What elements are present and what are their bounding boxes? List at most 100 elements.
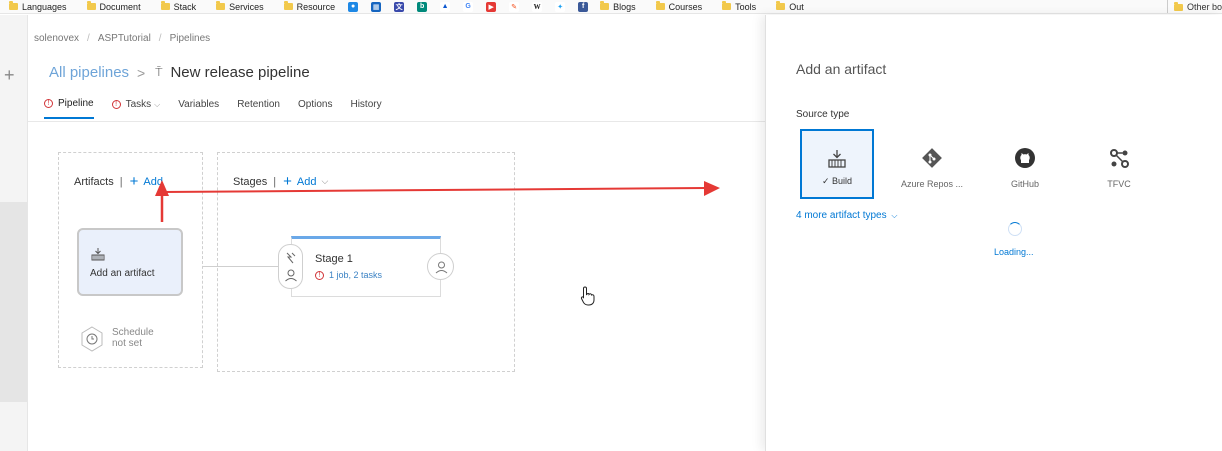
build-artifact-icon <box>91 248 105 264</box>
app-grid-icon[interactable]: ▦ <box>371 1 382 12</box>
stage-summary-link[interactable]: ! 1 job, 2 tasks <box>315 270 382 280</box>
page-title: All pipelines > ⍑ New release pipeline <box>49 64 310 81</box>
bookmark-folder-blogs[interactable]: Blogs <box>600 1 636 12</box>
stages-heading: Stages <box>233 175 268 188</box>
chevron-down-icon: ⌵ <box>321 176 329 186</box>
breadcrumb-pipelines[interactable]: Pipelines <box>170 33 211 44</box>
clock-icon <box>80 326 104 352</box>
tabs-divider <box>28 121 766 122</box>
source-github-label: GitHub <box>1010 179 1039 189</box>
wikipedia-icon[interactable]: W <box>532 1 543 12</box>
build-icon <box>827 149 847 171</box>
loading-text: Loading... <box>994 247 1034 257</box>
breadcrumb-project[interactable]: ASPTutorial <box>98 33 151 44</box>
pre-deployment-conditions[interactable] <box>278 244 303 289</box>
bing-icon[interactable]: b <box>417 1 428 12</box>
breadcrumb-separator: / <box>158 33 162 44</box>
github-icon <box>1014 147 1036 171</box>
tool-icon[interactable]: ✎ <box>509 1 520 12</box>
paw-icon[interactable]: ● <box>348 1 359 12</box>
drive-icon[interactable]: ▲ <box>440 1 451 12</box>
tab-history[interactable]: History <box>350 99 381 118</box>
post-deployment-approvers-icon[interactable] <box>427 253 454 280</box>
bookmark-folder-stack[interactable]: Stack <box>160 1 196 12</box>
source-build-label: ✓ Build <box>821 176 853 186</box>
twitter-icon[interactable]: ✦ <box>555 1 566 12</box>
bookmark-folder-languages[interactable]: Languages <box>9 1 67 12</box>
release-pipeline-icon: ⍑ <box>155 65 163 79</box>
add-artifact-button[interactable]: + Add <box>130 174 163 189</box>
bookmark-folder-document[interactable]: Document <box>86 1 141 12</box>
tab-tasks[interactable]: ! Tasks ⌵ <box>111 99 161 118</box>
facebook-icon[interactable]: f <box>578 1 589 12</box>
tfvc-icon <box>1108 147 1130 171</box>
folder-icon <box>776 1 786 10</box>
source-github-tile[interactable]: GitHub <box>988 129 1062 199</box>
folder-icon <box>216 1 226 10</box>
chevron-down-icon: ⌵ <box>891 211 898 220</box>
tab-variables[interactable]: Variables <box>178 99 219 118</box>
plus-icon: + <box>283 173 292 190</box>
folder-icon <box>655 1 665 10</box>
bookmarks-bar: Languages Document Stack Services Resour… <box>0 0 1222 14</box>
stage-card[interactable]: Stage 1 ! 1 job, 2 tasks <box>291 236 441 297</box>
folder-icon <box>160 1 170 10</box>
pipeline-name[interactable]: New release pipeline <box>170 64 309 81</box>
youtube-icon[interactable]: ▶ <box>486 1 497 12</box>
add-stage-button[interactable]: + Add ⌵ <box>283 174 328 189</box>
google-icon[interactable]: G <box>463 1 474 12</box>
folder-icon <box>9 1 18 10</box>
add-artifact-panel: Add an artifact Source type ✓ Build Azur… <box>765 15 1222 451</box>
breadcrumb-org[interactable]: solenovex <box>34 33 79 44</box>
source-build-tile[interactable]: ✓ Build <box>800 129 874 199</box>
check-icon: ✓ <box>821 176 833 186</box>
other-bookmarks[interactable]: Other bo <box>1166 0 1222 13</box>
source-tfvc-label: TFVC <box>1107 179 1131 189</box>
bookmark-folder-courses[interactable]: Courses <box>655 1 702 12</box>
warning-icon: ! <box>111 100 121 109</box>
breadcrumb: solenovex / ASPTutorial / Pipelines <box>34 33 210 44</box>
schedule-trigger[interactable]: Schedule not set <box>80 326 154 352</box>
bookmark-folder-out[interactable]: Out <box>776 1 804 12</box>
chevron-down-icon: ⌵ <box>154 99 161 109</box>
warning-icon: ! <box>44 99 53 108</box>
left-nav-rail: + <box>0 15 28 451</box>
bookmark-folder-tools[interactable]: Tools <box>722 1 756 12</box>
bookmark-folder-services[interactable]: Services <box>216 1 264 12</box>
panel-title: Add an artifact <box>796 61 887 77</box>
folder-icon <box>722 1 732 10</box>
folder-icon <box>283 1 293 10</box>
add-artifact-card-label: Add an artifact <box>90 268 155 279</box>
source-tfvc-tile[interactable]: TFVC <box>1082 129 1156 199</box>
add-artifact-card[interactable]: Add an artifact <box>77 228 183 296</box>
hand-cursor-icon <box>580 286 596 309</box>
stage-name: Stage 1 <box>315 253 353 265</box>
loading-spinner-icon <box>1008 222 1022 236</box>
artifacts-heading: Artifacts <box>74 175 114 188</box>
git-icon <box>921 147 943 171</box>
source-azure-repos-label: Azure Repos ... <box>900 179 964 189</box>
folder-icon <box>600 1 610 10</box>
warning-icon: ! <box>315 270 324 280</box>
tab-options[interactable]: Options <box>298 99 332 118</box>
more-artifact-types-link[interactable]: 4 more artifact types ⌵ <box>796 210 897 221</box>
translate-icon[interactable]: 文 <box>394 1 405 12</box>
source-type-label: Source type <box>796 109 850 120</box>
chevron-right-icon: > <box>137 64 146 81</box>
tab-pipeline[interactable]: ! Pipeline <box>44 98 94 119</box>
bookmark-folder-resource[interactable]: Resource <box>283 1 335 12</box>
stages-header: Stages | + Add ⌵ <box>233 174 328 189</box>
all-pipelines-link[interactable]: All pipelines <box>49 64 129 81</box>
folder-icon <box>86 1 96 10</box>
divider: | <box>119 175 123 188</box>
schedule-status: Schedule not set <box>112 327 154 349</box>
rail-band <box>0 202 27 402</box>
tab-retention[interactable]: Retention <box>237 99 280 118</box>
artifacts-header: Artifacts | + Add <box>74 174 163 189</box>
pipeline-tabs: ! Pipeline ! Tasks ⌵ Variables Retention… <box>44 98 400 119</box>
source-azure-repos-tile[interactable]: Azure Repos ... <box>895 129 969 199</box>
plus-icon: + <box>129 173 139 190</box>
plus-icon[interactable]: + <box>4 65 15 86</box>
divider: | <box>273 175 277 188</box>
artifact-stage-connector <box>203 266 278 267</box>
